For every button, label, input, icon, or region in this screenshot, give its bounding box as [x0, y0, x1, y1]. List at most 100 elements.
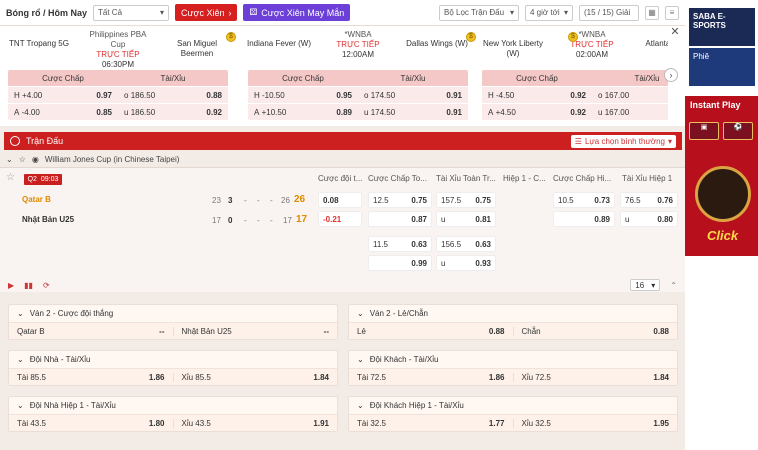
market-option[interactable]: Qatar B --: [9, 327, 173, 336]
handicap-cell[interactable]: 0.87: [368, 211, 432, 227]
current-score: 17: [283, 216, 292, 225]
odds-cell[interactable]: o 167.00: [592, 91, 668, 100]
star-icon[interactable]: ☆: [19, 155, 26, 164]
odds-cell[interactable]: H +4.00 0.97: [8, 91, 118, 100]
odds-cell[interactable]: u 167.00: [592, 108, 668, 117]
collapse-icon[interactable]: ⌃: [670, 281, 677, 290]
odds: 0.75: [475, 195, 491, 205]
market-option[interactable]: Xỉu 72.5 1.84: [512, 372, 678, 382]
parlay-button[interactable]: Cược Xiên ›: [175, 4, 238, 21]
market-option[interactable]: Tài 72.5 1.86: [349, 373, 513, 382]
chevron-down-icon: ▾: [509, 8, 514, 17]
play-icon[interactable]: ▶: [8, 281, 14, 290]
market-option[interactable]: Tài 85.5 1.86: [9, 373, 173, 382]
list-view-icon[interactable]: ≡: [665, 5, 679, 20]
star-icon[interactable]: ☆: [6, 172, 15, 183]
filter-all-select[interactable]: Tất Cả ▾: [93, 4, 170, 21]
over-under-cell[interactable]: 157.5 0.75: [436, 192, 496, 208]
odds: 0.92: [570, 90, 586, 100]
more-markets-select[interactable]: 16 ▾: [630, 279, 661, 291]
league-row[interactable]: ⌄ ☆ ◉ William Jones Cup (in Chinese Taip…: [0, 152, 685, 168]
league-count-select[interactable]: (15 / 15) Giải: [579, 4, 639, 21]
odds-cell[interactable]: u 174.50 0.91: [358, 108, 468, 117]
market-option[interactable]: Tài 43.5 1.80: [9, 419, 173, 428]
line: 186.50: [130, 107, 156, 117]
odds: 0.81: [475, 214, 491, 224]
odds-cell[interactable]: o 174.50 0.91: [358, 91, 468, 100]
hours-select[interactable]: 4 giờ tới ▾: [525, 4, 573, 21]
handicap-cell[interactable]: 0.99: [368, 255, 432, 271]
list-icon: ☰: [574, 136, 582, 146]
parlay-label: Cược Xiên: [181, 7, 225, 18]
game-thumb[interactable]: ▣: [689, 122, 719, 140]
chevron-down-icon[interactable]: ⌄: [17, 355, 24, 364]
market-option[interactable]: Xỉu 32.5 1.95: [512, 418, 678, 428]
h1-over-under-cell[interactable]: 76.5 0.76: [620, 192, 678, 208]
handicap-cell[interactable]: 12.5 0.75: [368, 192, 432, 208]
odds-cell[interactable]: u 186.50 0.92: [118, 108, 228, 117]
home-team: TNT Tropang 5G: [9, 39, 69, 48]
odds-cell[interactable]: o 186.50 0.88: [118, 91, 228, 100]
market-option[interactable]: Lẻ 0.88: [349, 327, 513, 336]
instant-play-banner[interactable]: Instant Play ▣ ⚽ Click: [685, 96, 758, 256]
market-option[interactable]: Xỉu 85.5 1.84: [172, 372, 338, 382]
market-option[interactable]: Nhật Bản U25 --: [172, 326, 338, 336]
featured-card[interactable]: $ TNT Tropang 5G Philippines PBA Cup TRỰ…: [4, 30, 236, 122]
stats-icon[interactable]: ▮▮: [24, 281, 33, 290]
match-filter-select[interactable]: Bộ Lọc Trận Đấu ▾: [439, 4, 519, 21]
over-under-cell[interactable]: 156.5 0.63: [436, 236, 496, 252]
moneyline-home-cell[interactable]: 0.08: [318, 192, 362, 208]
over-under-cell[interactable]: u 0.93: [436, 255, 496, 271]
market-card: ⌄ Đội Khách - Tài/Xỉu Tài 72.5 1.86 Xỉu 72.…: [348, 350, 678, 386]
chevron-down-icon[interactable]: ⌄: [17, 401, 24, 410]
odds: 0.63: [475, 239, 491, 249]
moneyline-away-cell[interactable]: -0.21: [318, 211, 362, 227]
handicap-cell[interactable]: 11.5 0.63: [368, 236, 432, 252]
over-under-cell[interactable]: u 0.81: [436, 211, 496, 227]
markets-grid: ⌄ Ván 2 - Cược đội thắng Qatar B -- Nhật Bả…: [0, 296, 685, 450]
quarter: Q2: [27, 176, 37, 183]
odds: 0.91: [446, 90, 462, 100]
lucky-parlay-button[interactable]: ⚄ Cược Xiên May Mắn: [243, 4, 351, 21]
carousel-next-icon[interactable]: ›: [664, 68, 678, 82]
sort-label: Lựa chọn bình thường: [584, 136, 665, 146]
odds-table: Cược Chấp Tài/Xỉu H -10.50 0.95 o 174.50 0.…: [248, 70, 468, 120]
league-title: William Jones Cup (in Chinese Taipei): [44, 155, 180, 164]
line: 167.00: [604, 90, 630, 100]
h1-handicap-cell[interactable]: 0.89: [553, 211, 615, 227]
odds-cell[interactable]: A +10.50 0.89: [248, 108, 358, 117]
h1-over-under-cell[interactable]: u 0.80: [620, 211, 678, 227]
odds-cell[interactable]: H -10.50 0.95: [248, 91, 358, 100]
line: 174.50: [370, 90, 396, 100]
chevron-down-icon[interactable]: ⌄: [357, 401, 364, 410]
promo-banner[interactable]: Phiê: [689, 48, 755, 86]
chevron-down-icon[interactable]: ⌄: [357, 309, 364, 318]
market-option[interactable]: Chẵn 0.88: [512, 326, 678, 336]
sort-select[interactable]: ☰ Lựa chọn bình thường ▾: [570, 134, 676, 148]
market-title: Đội Nhà - Tài/Xỉu: [29, 355, 91, 364]
refresh-icon[interactable]: ⟳: [43, 281, 50, 290]
option-label: Xỉu 32.5: [521, 418, 551, 428]
chevron-down-icon[interactable]: ⌄: [357, 355, 364, 364]
grid-view-icon[interactable]: ▦: [645, 5, 659, 20]
close-icon[interactable]: ✕: [668, 26, 682, 40]
odds-cell[interactable]: A +4.50 0.92: [482, 108, 592, 117]
market-title: Ván 2 - Lẻ/Chẵn: [369, 309, 428, 318]
filter-all-label: Tất Cả: [98, 8, 123, 17]
odds-cell[interactable]: H -4.50 0.92: [482, 91, 592, 100]
featured-card[interactable]: New York Liberty (W) *WNBA TRỰC TIẾP 02:…: [478, 30, 668, 122]
chevron-down-icon[interactable]: ⌄: [17, 309, 24, 318]
odds: 0.99: [411, 258, 427, 268]
option-label: Nhật Bản U25: [181, 326, 232, 336]
odds: 0.92: [570, 107, 586, 117]
market-option[interactable]: Xỉu 43.5 1.91: [172, 418, 338, 428]
market-option[interactable]: Tài 32.5 1.77: [349, 419, 513, 428]
h1-handicap-cell[interactable]: 10.5 0.73: [553, 192, 615, 208]
game-thumb[interactable]: ⚽: [723, 122, 753, 140]
match-time: 06:30PM: [101, 60, 135, 69]
chevron-right-icon: ›: [228, 7, 232, 18]
featured-card[interactable]: $ Indiana Fever (W) *WNBA TRỰC TIẾP 12:0…: [244, 30, 476, 122]
saba-esports-banner[interactable]: SABA E-SPORTS: [689, 8, 755, 46]
odds: 0.91: [446, 107, 462, 117]
odds-cell[interactable]: A -4.00 0.85: [8, 108, 118, 117]
